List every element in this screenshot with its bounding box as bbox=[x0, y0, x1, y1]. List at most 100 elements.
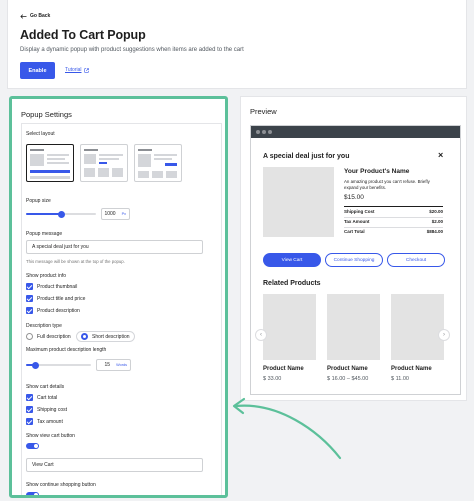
show-product-info-label: Show product info bbox=[26, 273, 67, 279]
popup-size-slider-fill bbox=[26, 213, 61, 215]
page-title: Added To Cart Popup bbox=[20, 28, 146, 42]
popup-size-slider-thumb[interactable] bbox=[57, 210, 65, 218]
page-header: Go Back Added To Cart Popup Display a dy… bbox=[7, 0, 467, 89]
popup-size-slider[interactable] bbox=[26, 210, 96, 218]
layout-option-3[interactable] bbox=[134, 144, 182, 182]
continue-shopping-toggle[interactable] bbox=[26, 492, 39, 495]
checkbox-product-description[interactable]: Product description bbox=[26, 307, 80, 314]
popup-heading: A special deal just for you bbox=[263, 153, 350, 160]
popup-size-label: Popup size bbox=[26, 198, 51, 204]
show-cart-details-label: Show cart details bbox=[26, 384, 65, 390]
arrow-left-icon bbox=[20, 13, 27, 19]
related-product-image[interactable] bbox=[327, 294, 380, 360]
popup-message-help: This message will be shown at the top of… bbox=[26, 259, 125, 264]
related-product-image[interactable] bbox=[391, 294, 444, 360]
popup-size-input[interactable]: 1000 Px bbox=[101, 208, 130, 220]
summary-value: $20.00 bbox=[429, 209, 443, 214]
view-cart-text-input[interactable]: View Cart bbox=[26, 458, 203, 472]
checkbox-label: Tax amount bbox=[37, 418, 63, 425]
radio-short-description[interactable]: Short description bbox=[76, 331, 135, 342]
product-price: $15.00 bbox=[344, 194, 364, 201]
checkbox-checked-icon bbox=[26, 307, 33, 314]
summary-value: $2.00 bbox=[431, 219, 443, 224]
checkbox-checked-icon bbox=[26, 283, 33, 290]
description-length-slider[interactable] bbox=[26, 361, 91, 369]
annotation-arrow-icon bbox=[232, 397, 342, 460]
continue-shopping-button[interactable]: Continue Shopping bbox=[325, 253, 383, 267]
select-layout-label: Select layout bbox=[26, 131, 55, 137]
close-icon[interactable]: × bbox=[438, 150, 443, 160]
popup-size-unit: Px bbox=[121, 212, 126, 216]
radio-label: Full description bbox=[37, 333, 71, 340]
radio-full-description[interactable]: Full description bbox=[22, 331, 75, 342]
checkbox-checked-icon bbox=[26, 295, 33, 302]
preview-browser-window: A special deal just for you × Your Produ… bbox=[250, 125, 461, 395]
checkout-button[interactable]: Checkout bbox=[387, 253, 445, 267]
checkbox-label: Cart total bbox=[37, 394, 58, 401]
checkbox-label: Product thumbnail bbox=[37, 283, 78, 290]
product-description: An amazing product you can't refuse. Bri… bbox=[344, 179, 430, 190]
description-length-slider-thumb[interactable] bbox=[32, 361, 40, 369]
show-view-cart-label: Show view cart button bbox=[26, 433, 75, 439]
checkbox-label: Shipping cost bbox=[37, 406, 68, 413]
summary-divider bbox=[344, 206, 443, 207]
layout-option-1[interactable] bbox=[26, 144, 74, 182]
description-length-input[interactable]: 15 Words bbox=[96, 359, 131, 371]
layout-option-2[interactable] bbox=[80, 144, 128, 182]
go-back-label: Go Back bbox=[30, 13, 51, 19]
popup-size-value: 1000 bbox=[104, 211, 116, 217]
related-product-name[interactable]: Product Name bbox=[327, 366, 368, 372]
chevron-right-icon[interactable]: › bbox=[438, 329, 450, 341]
related-product-price: $ 11.00 bbox=[391, 376, 409, 382]
checkbox-shipping-cost[interactable]: Shipping cost bbox=[26, 406, 67, 413]
popup-settings-panel: Popup Settings Select layout Popup size … bbox=[9, 96, 228, 498]
related-product-name[interactable]: Product Name bbox=[391, 366, 432, 372]
related-product-price: $ 16.00 – $45.00 bbox=[327, 376, 369, 382]
page-subtitle: Display a dynamic popup with product sug… bbox=[20, 47, 244, 53]
view-cart-toggle[interactable] bbox=[26, 443, 39, 449]
preview-panel: Preview A special deal just for you × Yo… bbox=[240, 96, 467, 401]
related-product-name[interactable]: Product Name bbox=[263, 366, 304, 372]
popup-message-input[interactable]: A special deal just for you bbox=[26, 240, 203, 254]
popup-message-label: Popup message bbox=[26, 231, 63, 237]
checkbox-checked-icon bbox=[26, 394, 33, 401]
chevron-left-icon[interactable]: ‹ bbox=[255, 329, 267, 341]
radio-on-icon bbox=[81, 333, 88, 340]
go-back-link[interactable]: Go Back bbox=[20, 13, 50, 19]
summary-row-total: Cart Total $884.00 bbox=[344, 229, 443, 234]
checkbox-label: Product description bbox=[37, 307, 80, 314]
external-link-icon bbox=[83, 67, 89, 73]
checkbox-label: Product title and price bbox=[37, 295, 86, 302]
summary-divider bbox=[344, 227, 443, 228]
enable-button[interactable]: Enable bbox=[20, 62, 55, 79]
window-dot-icon bbox=[256, 130, 260, 134]
checkbox-product-thumbnail[interactable]: Product thumbnail bbox=[26, 283, 77, 290]
checkbox-product-title-price[interactable]: Product title and price bbox=[26, 295, 85, 302]
summary-label: Tax Amount bbox=[344, 219, 370, 224]
related-product-image[interactable] bbox=[263, 294, 316, 360]
view-cart-button[interactable]: View Cart bbox=[263, 253, 321, 267]
summary-divider bbox=[344, 217, 443, 218]
browser-bar bbox=[251, 126, 460, 138]
summary-label: Shipping Cost bbox=[344, 209, 375, 214]
checkbox-tax-amount[interactable]: Tax amount bbox=[26, 418, 63, 425]
radio-off-icon bbox=[26, 333, 33, 340]
related-product-price: $ 33.00 bbox=[263, 376, 282, 382]
checkbox-checked-icon bbox=[26, 406, 33, 413]
product-thumbnail bbox=[263, 167, 334, 237]
description-type-label: Description type bbox=[26, 323, 62, 329]
summary-label: Cart Total bbox=[344, 229, 365, 234]
show-continue-shopping-label: Show continue shopping button bbox=[26, 482, 96, 488]
settings-title: Popup Settings bbox=[21, 110, 72, 119]
preview-title: Preview bbox=[250, 107, 277, 116]
checkbox-cart-total[interactable]: Cart total bbox=[26, 394, 57, 401]
summary-row-tax: Tax Amount $2.00 bbox=[344, 219, 443, 224]
window-dot-icon bbox=[268, 130, 272, 134]
tutorial-label: Tutorial bbox=[65, 67, 82, 73]
max-description-length-label: Maximum product description length bbox=[26, 347, 107, 353]
settings-form: Select layout Popup size 1000 Px Popup m… bbox=[21, 123, 222, 495]
description-length-unit: Words bbox=[116, 363, 127, 367]
product-name: Your Product's Name bbox=[344, 168, 410, 175]
tutorial-link[interactable]: Tutorial bbox=[65, 67, 89, 73]
description-length-value: 15 bbox=[104, 362, 111, 368]
